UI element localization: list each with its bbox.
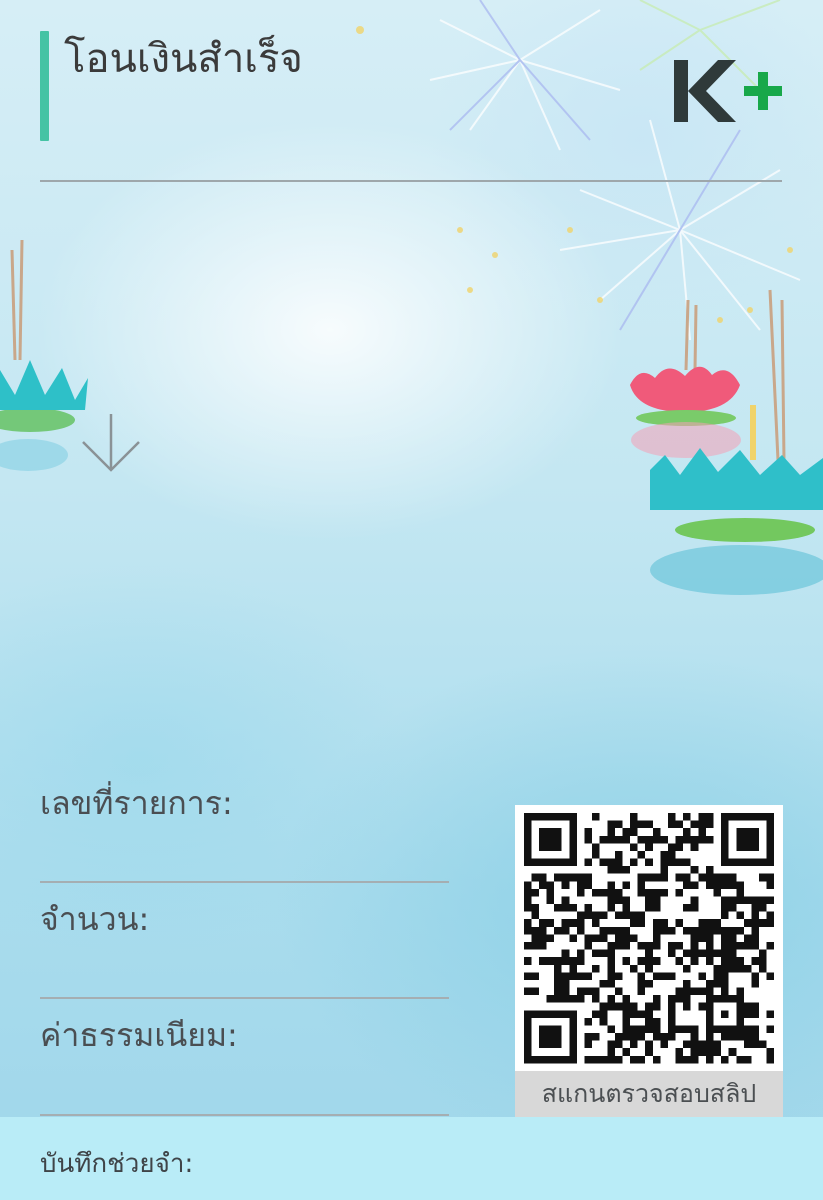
amount-divider: [40, 997, 449, 999]
page-title: โอนเงินสำเร็จ: [64, 36, 303, 82]
qr-caption: สแกนตรวจสอบสลิป: [515, 1071, 783, 1117]
qr-verify-panel[interactable]: สแกนตรวจสอบสลิป: [515, 805, 783, 1117]
arrow-down-icon: [82, 414, 140, 472]
fee-divider: [40, 1114, 449, 1116]
transaction-number-divider: [40, 881, 449, 883]
memo-label: บันทึกช่วยจำ:: [40, 1149, 194, 1179]
krathong-left-graphic: [0, 239, 88, 471]
transaction-number-label: เลขที่รายการ:: [40, 784, 233, 822]
fee-label: ค่าธรรมเนียม:: [40, 1016, 238, 1054]
krathong-right-graphic: [630, 289, 823, 595]
amount-label: จำนวน:: [40, 900, 150, 938]
fireworks-graphic: [429, 0, 801, 341]
header-divider: [40, 180, 782, 182]
memo-section: บันทึกช่วยจำ:: [0, 1117, 823, 1200]
qr-code[interactable]: [523, 813, 775, 1071]
kplus-logo-icon: [674, 60, 782, 122]
title-accent-bar: [40, 31, 49, 141]
